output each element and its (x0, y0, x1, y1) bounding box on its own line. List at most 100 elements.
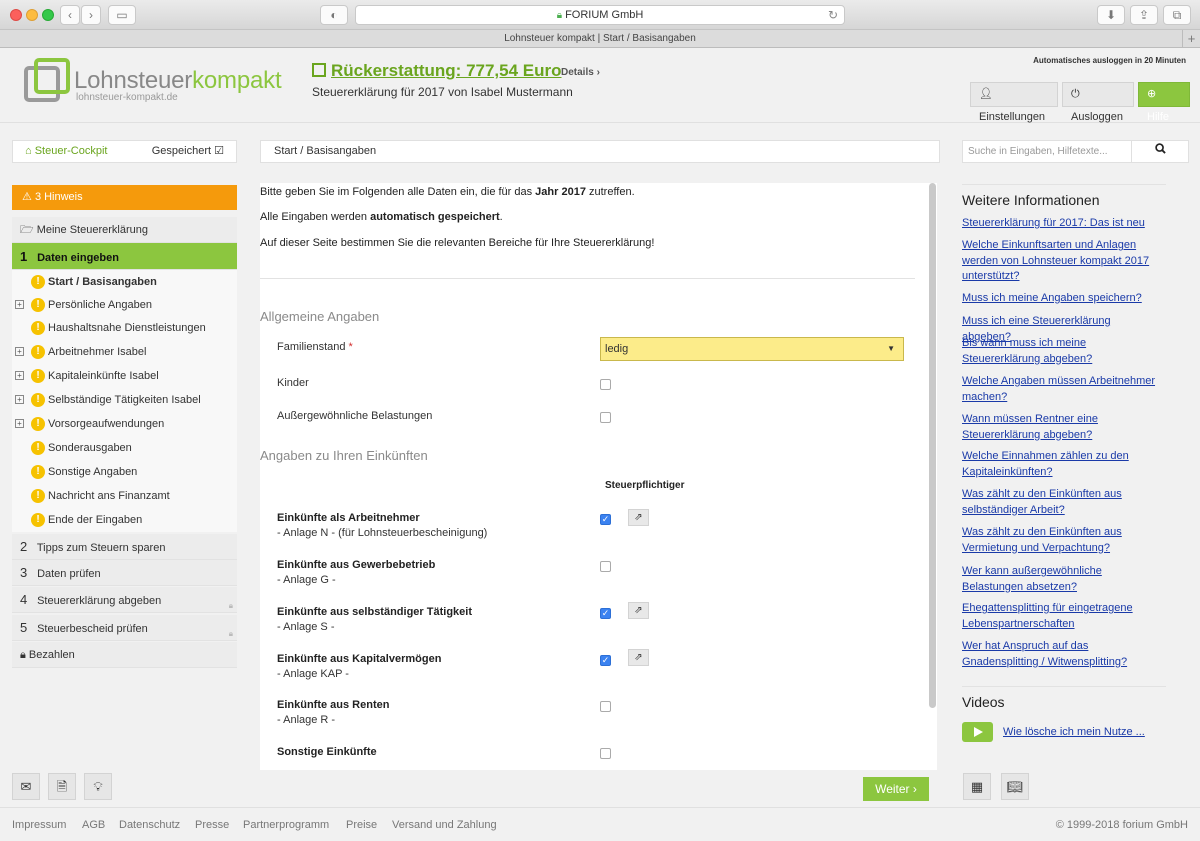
kinder-checkbox[interactable] (600, 379, 611, 390)
sidebar-item-provision[interactable]: +! Vorsorgeaufwendungen (12, 412, 237, 436)
info-link[interactable]: Was zählt zu den Einkünften aus Vermietu… (962, 525, 1162, 556)
sidebar-step-1[interactable]: 1 Daten eingeben (12, 243, 237, 270)
lightbulb-icon[interactable]: 💡︎ (84, 773, 112, 800)
main-content: Bitte geben Sie im Folgenden alle Daten … (260, 183, 937, 770)
share-icon[interactable]: ⇪ (1130, 5, 1158, 25)
logout-button[interactable]: ⏻ Ausloggen (1062, 82, 1134, 123)
logo-icon (24, 58, 70, 102)
sidebar-step-2[interactable]: 2 Tipps zum Steuern sparen (12, 534, 237, 560)
open-form-icon[interactable]: ⇗ (628, 509, 649, 526)
reload-icon[interactable]: ↻ (828, 6, 838, 24)
intro-line-2: Alle Eingaben werden automatisch gespeic… (260, 211, 503, 223)
info-link[interactable]: Wann müssen Rentner eine Steuererklärung… (962, 412, 1162, 443)
close-window-button[interactable] (10, 9, 22, 21)
hint-banner[interactable]: ⚠ 3 Hinweis (12, 185, 237, 210)
calculator-icon[interactable]: ▦ (963, 773, 991, 800)
income-title: Einkünfte aus Kapitalvermögen (277, 653, 442, 665)
income-checkbox-business[interactable] (600, 561, 611, 572)
expand-icon[interactable]: + (15, 300, 24, 309)
sidebar-item-employee[interactable]: +! Arbeitnehmer Isabel (12, 340, 237, 364)
mail-icon[interactable]: ✉ (12, 773, 40, 800)
footer-link[interactable]: Presse (195, 808, 229, 841)
sidebar-item-selfemployed[interactable]: +! Selbständige Tätigkeiten Isabel (12, 388, 237, 412)
expand-icon[interactable]: + (15, 419, 24, 428)
warning-icon: ! (31, 321, 45, 335)
sidebar-pay[interactable]: 🔒︎ Bezahlen (12, 642, 237, 668)
sidebar-item-other[interactable]: ! Sonstige Angaben (12, 460, 237, 484)
income-checkbox-other[interactable] (600, 748, 611, 759)
sidebar-item-household[interactable]: ! Haushaltsnahe Dienstleistungen (12, 316, 237, 340)
info-link[interactable]: Muss ich meine Angaben speichern? (962, 291, 1162, 307)
search-input[interactable]: Suche in Eingaben, Hilfetexte... (962, 140, 1132, 163)
sidebar-item-capital[interactable]: +! Kapitaleinkünfte Isabel (12, 364, 237, 388)
refund-amount[interactable]: Rückerstattung: 777,54 Euro (312, 61, 562, 81)
info-link[interactable]: Bis wann muss ich meine Steuererklärung … (962, 336, 1162, 367)
footer-link[interactable]: Versand und Zahlung (392, 808, 497, 841)
income-checkbox-capital[interactable]: ✓ (600, 655, 611, 666)
download-icon[interactable]: ⬇ (1097, 5, 1125, 25)
new-tab-icon[interactable]: + (1182, 30, 1200, 47)
info-link[interactable]: Wer hat Anspruch auf das Gnadensplitting… (962, 639, 1162, 670)
sidebar-step-5[interactable]: 5 Steuerbescheid prüfen 🔒︎ (12, 615, 237, 641)
forward-icon[interactable]: › (81, 5, 101, 25)
expand-icon[interactable]: + (15, 395, 24, 404)
info-link[interactable]: Wer kann außergewöhnliche Belastungen ab… (962, 564, 1162, 595)
familienstand-select[interactable]: ledig ▼ (600, 337, 904, 361)
info-link[interactable]: Was zählt zu den Einkünften aus selbstän… (962, 487, 1162, 518)
play-icon[interactable] (962, 722, 993, 742)
footer-link[interactable]: Datenschutz (119, 808, 180, 841)
expand-icon[interactable]: + (15, 371, 24, 380)
income-subtitle: - Anlage G - (277, 574, 336, 586)
intro-line-1: Bitte geben Sie im Folgenden alle Daten … (260, 186, 635, 198)
sidebar-item-personal[interactable]: +! Persönliche Angaben (12, 293, 237, 317)
tab-bar: Lohnsteuer kompakt | Start / Basisangabe… (0, 30, 1200, 48)
info-link[interactable]: Welche Einkunftsarten und Anlagen werden… (962, 238, 1162, 285)
video-link[interactable]: Wie lösche ich mein Nutze ... (1003, 726, 1145, 738)
help-button[interactable]: ⊕ Hilfe (1138, 82, 1190, 123)
footer-link[interactable]: Partnerprogramm (243, 808, 329, 841)
sidebar-item-start[interactable]: ! Start / Basisangaben (12, 270, 237, 294)
sidebar-toggle-icon[interactable]: ▭ (108, 5, 136, 25)
sidebar-step-4[interactable]: 4 Steuererklärung abgeben 🔒︎ (12, 587, 237, 613)
browser-titlebar: ‹ › ▭ ◐ 🔒︎ FORIUM GmbH ↻ ⬇ ⇪ ⧉ (0, 0, 1200, 30)
footer-link[interactable]: Preise (346, 808, 377, 841)
main-scrollbar[interactable] (929, 183, 936, 708)
book-icon[interactable]: 📖︎ (1001, 773, 1029, 800)
minimize-window-button[interactable] (26, 9, 38, 21)
sidebar-item-end[interactable]: ! Ende der Eingaben (12, 508, 237, 532)
reader-icon[interactable]: ◐ (320, 5, 348, 25)
income-subtitle: - Anlage KAP - (277, 668, 349, 680)
info-link[interactable]: Welche Einnahmen zählen zu den Kapitalei… (962, 449, 1162, 480)
warning-icon: ! (31, 417, 45, 431)
sidebar-step-3[interactable]: 3 Daten prüfen (12, 560, 237, 586)
sidebar-item-message[interactable]: ! Nachricht ans Finanzamt (12, 484, 237, 508)
tabs-overview-icon[interactable]: ⧉ (1163, 5, 1191, 25)
warning-icon: ! (31, 441, 45, 455)
open-form-icon[interactable]: ⇗ (628, 602, 649, 619)
info-link[interactable]: Steuererklärung für 2017: Das ist neu (962, 216, 1162, 232)
steuer-cockpit-link[interactable]: ⌂ Steuer-Cockpit (25, 141, 107, 162)
settings-button[interactable]: 👤︎ Einstellungen (970, 82, 1058, 123)
open-form-icon[interactable]: ⇗ (628, 649, 649, 666)
search-button[interactable] (1132, 140, 1189, 163)
expand-icon[interactable]: + (15, 347, 24, 356)
income-checkbox-employee[interactable]: ✓ (600, 514, 611, 525)
details-link[interactable]: Details › (561, 67, 600, 78)
belastungen-checkbox[interactable] (600, 412, 611, 423)
back-icon[interactable]: ‹ (60, 5, 80, 25)
income-subtitle: - Anlage N - (für Lohnsteuerbescheinigun… (277, 527, 488, 539)
income-checkbox-pension[interactable] (600, 701, 611, 712)
sidebar-item-special[interactable]: ! Sonderausgaben (12, 436, 237, 460)
logo-text[interactable]: Lohnsteuerkompakt (74, 67, 282, 95)
footer-link[interactable]: Impressum (12, 808, 66, 841)
sidebar-my-return[interactable]: 🗁︎ Meine Steuererklärung (12, 217, 237, 243)
income-checkbox-selfemployed[interactable]: ✓ (600, 608, 611, 619)
next-button[interactable]: Weiter › (863, 777, 929, 801)
tab-title[interactable]: Lohnsteuer kompakt | Start / Basisangabe… (504, 33, 696, 44)
address-bar[interactable]: 🔒︎ FORIUM GmbH ↻ (355, 5, 845, 25)
document-icon[interactable]: 🗎︎ (48, 773, 76, 800)
info-link[interactable]: Ehegattensplitting für eingetragene Lebe… (962, 601, 1162, 632)
footer-link[interactable]: AGB (82, 808, 105, 841)
zoom-window-button[interactable] (42, 9, 54, 21)
info-link[interactable]: Welche Angaben müssen Arbeitnehmer mache… (962, 374, 1162, 405)
